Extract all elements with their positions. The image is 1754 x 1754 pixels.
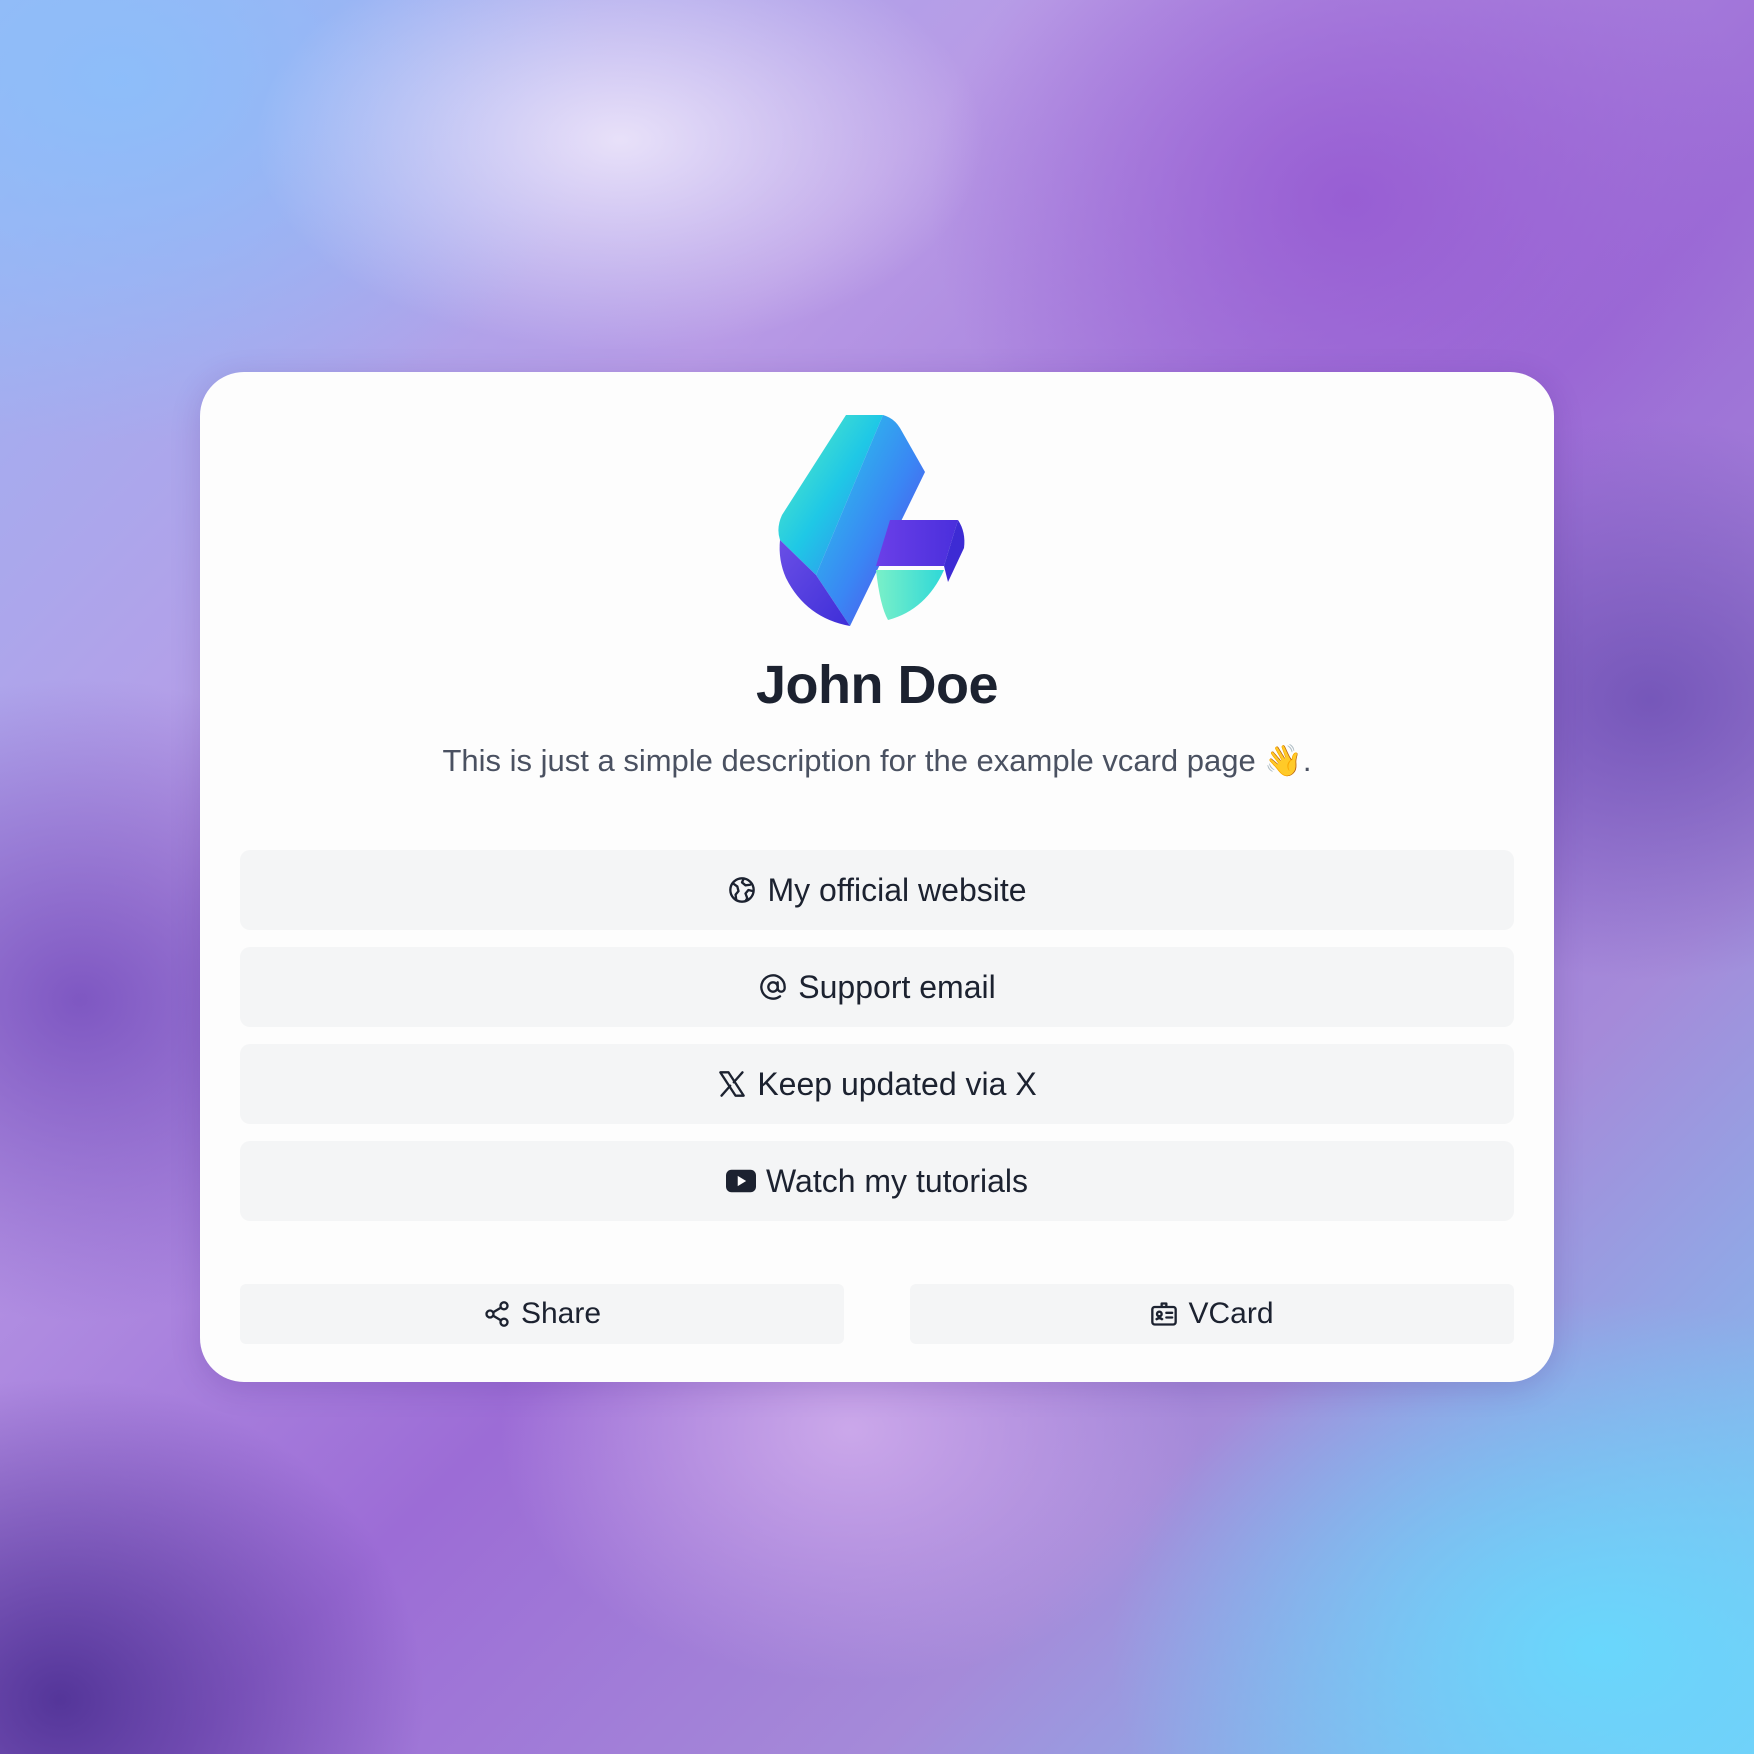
vcard-label: VCard bbox=[1188, 1297, 1274, 1330]
brand-logo bbox=[766, 410, 986, 630]
share-button[interactable]: Share bbox=[240, 1284, 844, 1344]
x-link-button[interactable]: Keep updated via X bbox=[240, 1044, 1514, 1124]
contact-card-icon bbox=[1150, 1300, 1178, 1328]
share-label: Share bbox=[520, 1297, 602, 1330]
at-icon bbox=[758, 972, 788, 1002]
share-icon bbox=[483, 1300, 511, 1328]
support-email-label: Support email bbox=[798, 968, 996, 1005]
website-link-button[interactable]: My official website bbox=[240, 850, 1514, 930]
vcard-button[interactable]: VCard bbox=[910, 1284, 1514, 1344]
vcard-card: John Doe This is just a simple descripti… bbox=[200, 372, 1554, 1382]
youtube-link-label: Watch my tutorials bbox=[766, 1162, 1028, 1199]
globe-icon bbox=[727, 875, 757, 905]
support-email-button[interactable]: Support email bbox=[240, 947, 1514, 1027]
action-bar: Share VCard bbox=[240, 1284, 1514, 1344]
profile-name: John Doe bbox=[755, 655, 999, 715]
x-logo-icon bbox=[717, 1069, 747, 1099]
link-list: My official website Support email Keep u… bbox=[240, 850, 1514, 1238]
youtube-link-button[interactable]: Watch my tutorials bbox=[240, 1141, 1514, 1221]
profile-description: This is just a simple description for th… bbox=[442, 743, 1312, 778]
website-link-label: My official website bbox=[767, 871, 1027, 908]
youtube-icon bbox=[726, 1166, 756, 1196]
x-link-label: Keep updated via X bbox=[757, 1065, 1037, 1102]
